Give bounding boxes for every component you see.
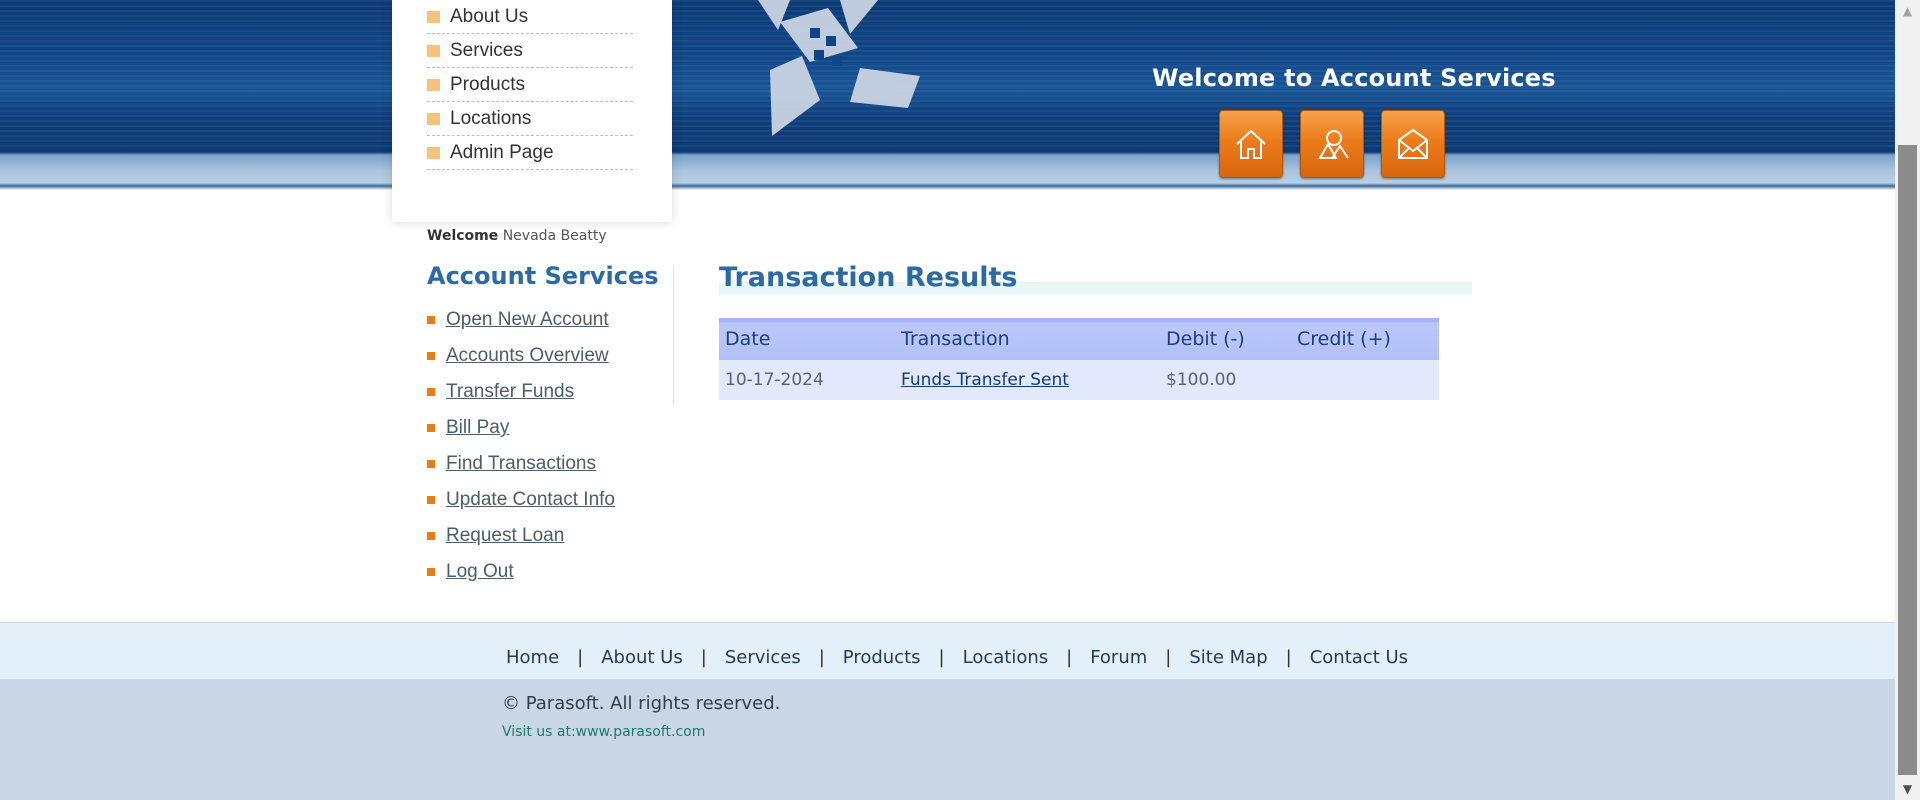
top-nav-admin-page[interactable]: Admin Page <box>427 136 633 170</box>
menu-item-open-new-account: Open New Account <box>427 302 615 338</box>
update-contact-info-link[interactable]: Update Contact Info <box>446 489 615 511</box>
footer-link-services[interactable]: Services <box>725 647 801 668</box>
menu-item-find-transactions: Find Transactions <box>427 446 615 482</box>
footer-separator: | <box>700 647 707 668</box>
bullet-icon <box>427 496 435 504</box>
find-transactions-link[interactable]: Find Transactions <box>446 453 596 475</box>
bullet-icon <box>427 78 440 91</box>
footer-separator: | <box>938 647 945 668</box>
footer-separator: | <box>1066 647 1073 668</box>
table-row: 10-17-2024 Funds Transfer Sent $100.00 <box>719 360 1439 400</box>
log-out-link[interactable]: Log Out <box>446 561 514 583</box>
footer-separator: | <box>577 647 584 668</box>
bullet-icon <box>427 388 435 396</box>
cell-credit <box>1291 360 1439 400</box>
vertical-scrollbar[interactable]: ▲ ▼ <box>1895 0 1920 800</box>
scroll-down-arrow-icon[interactable]: ▼ <box>1895 778 1920 800</box>
about-button[interactable] <box>1300 110 1364 178</box>
home-button[interactable] <box>1219 110 1283 178</box>
visit-link[interactable]: Visit us at:www.parasoft.com <box>502 724 705 740</box>
bullet-icon <box>427 10 440 23</box>
footer-link-site-map[interactable]: Site Map <box>1189 647 1267 668</box>
open-new-account-link[interactable]: Open New Account <box>446 309 609 331</box>
welcome-label: Welcome <box>427 228 499 244</box>
bullet-icon <box>427 316 435 324</box>
footer-link-contact-us[interactable]: Contact Us <box>1310 647 1408 668</box>
bullet-icon <box>427 352 435 360</box>
transaction-link[interactable]: Funds Transfer Sent <box>901 370 1069 390</box>
menu-item-request-loan: Request Loan <box>427 518 615 554</box>
top-nav-label: Locations <box>450 107 532 129</box>
bullet-icon <box>427 532 435 540</box>
top-nav-products[interactable]: Products <box>427 68 633 102</box>
top-nav: About Us Services Products Locations Adm… <box>427 0 633 170</box>
top-nav-services[interactable]: Services <box>427 34 633 68</box>
cell-date: 10-17-2024 <box>719 360 895 400</box>
accounts-overview-link[interactable]: Accounts Overview <box>446 345 609 367</box>
top-nav-about-us[interactable]: About Us <box>427 0 633 34</box>
cell-debit: $100.00 <box>1160 360 1291 400</box>
footer-links: Home | About Us | Services | Products | … <box>506 647 1408 668</box>
menu-item-bill-pay: Bill Pay <box>427 410 615 446</box>
parabank-logo-icon <box>758 0 920 136</box>
footer-link-locations[interactable]: Locations <box>963 647 1049 668</box>
footer-separator: | <box>818 647 825 668</box>
scroll-thumb[interactable] <box>1898 145 1917 775</box>
column-header-debit: Debit (-) <box>1160 318 1291 360</box>
header-banner <box>0 0 1895 190</box>
bullet-icon <box>427 44 440 57</box>
page-title: Transaction Results <box>719 262 1018 293</box>
top-nav-label: Products <box>450 73 525 95</box>
bullet-icon <box>427 568 435 576</box>
footer-link-about-us[interactable]: About Us <box>601 647 683 668</box>
top-nav-label: About Us <box>450 5 529 27</box>
copyright-text: © Parasoft. All rights reserved. <box>502 693 781 714</box>
bullet-icon <box>427 424 435 432</box>
table-header-row: Date Transaction Debit (-) Credit (+) <box>719 318 1439 360</box>
bill-pay-link[interactable]: Bill Pay <box>446 417 509 439</box>
column-header-transaction: Transaction <box>895 318 1160 360</box>
top-nav-locations[interactable]: Locations <box>427 102 633 136</box>
transaction-table: Date Transaction Debit (-) Credit (+) 10… <box>719 318 1439 400</box>
footer-separator: | <box>1285 647 1292 668</box>
user-name: Nevada Beatty <box>502 228 607 244</box>
column-header-date: Date <box>719 318 895 360</box>
about-icon <box>1318 130 1349 159</box>
scroll-up-arrow-icon[interactable]: ▲ <box>1895 0 1920 22</box>
bullet-icon <box>427 146 440 159</box>
vertical-divider <box>673 265 674 405</box>
footer-link-products[interactable]: Products <box>843 647 921 668</box>
top-nav-label: Services <box>450 39 523 61</box>
home-icon <box>1236 129 1266 159</box>
top-nav-label: Admin Page <box>450 141 554 163</box>
contact-icon <box>1398 128 1428 159</box>
menu-item-update-contact-info: Update Contact Info <box>427 482 615 518</box>
contact-button[interactable] <box>1381 110 1445 178</box>
welcome-user: Welcome Nevada Beatty <box>427 228 607 244</box>
footer-link-forum[interactable]: Forum <box>1090 647 1147 668</box>
account-services-menu: Open New Account Accounts Overview Trans… <box>427 302 615 590</box>
welcome-banner: Welcome to Account Services <box>1152 64 1556 92</box>
request-loan-link[interactable]: Request Loan <box>446 525 564 547</box>
column-header-credit: Credit (+) <box>1291 318 1439 360</box>
account-services-title: Account Services <box>427 262 659 290</box>
bullet-icon <box>427 460 435 468</box>
menu-item-accounts-overview: Accounts Overview <box>427 338 615 374</box>
menu-item-transfer-funds: Transfer Funds <box>427 374 615 410</box>
footer-separator: | <box>1165 647 1172 668</box>
footer-bottom <box>0 679 1895 800</box>
menu-item-log-out: Log Out <box>427 554 615 590</box>
footer-link-home[interactable]: Home <box>506 647 559 668</box>
cell-transaction: Funds Transfer Sent <box>895 360 1160 400</box>
transfer-funds-link[interactable]: Transfer Funds <box>446 381 574 403</box>
bullet-icon <box>427 112 440 125</box>
